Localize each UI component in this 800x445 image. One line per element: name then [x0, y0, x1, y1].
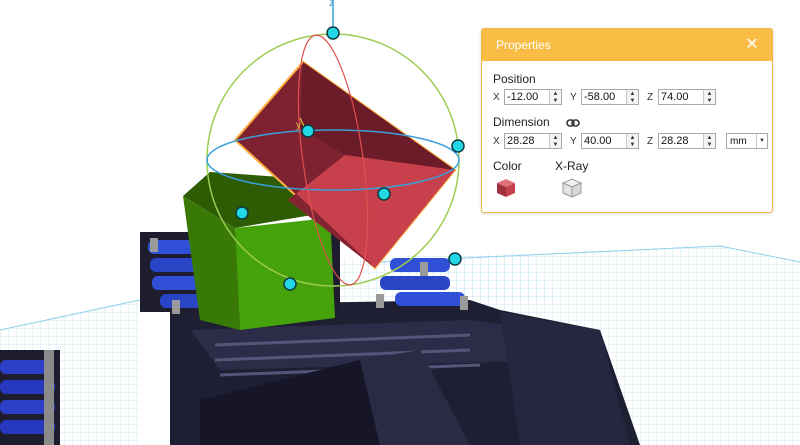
decrement-icon[interactable]: ▼	[627, 141, 638, 148]
position-y-stepper[interactable]: ▲▼	[581, 89, 639, 105]
pos-z-axis-label: Z	[647, 91, 654, 103]
handle[interactable]	[235, 206, 249, 220]
decrement-icon[interactable]: ▼	[550, 141, 561, 148]
handle[interactable]	[451, 139, 465, 153]
color-swatch-cube-icon[interactable]	[495, 177, 517, 199]
decrement-icon[interactable]: ▼	[550, 97, 561, 104]
y-axis-label: y	[296, 120, 301, 131]
properties-panel: Properties ✕ Position X ▲▼ Y ▲▼ Z ▲▼ Dim…	[481, 28, 773, 213]
decrement-icon[interactable]: ▼	[704, 141, 715, 148]
increment-icon[interactable]: ▲	[704, 134, 715, 141]
increment-icon[interactable]: ▲	[550, 90, 561, 97]
properties-titlebar: Properties ✕	[482, 29, 772, 61]
dimension-x-input[interactable]	[505, 134, 549, 148]
decrement-icon[interactable]: ▼	[704, 97, 715, 104]
dimension-row: X ▲▼ Y ▲▼ Z ▲▼ mm ▼	[493, 132, 768, 150]
pos-x-axis-label: X	[493, 91, 500, 103]
position-z-input[interactable]	[659, 90, 703, 104]
xray-label: X-Ray	[555, 159, 589, 173]
position-label: Position	[493, 72, 536, 86]
panel-title: Properties	[496, 38, 551, 52]
dimension-z-input[interactable]	[659, 134, 703, 148]
unit-select[interactable]: mm ▼	[726, 133, 768, 149]
decrement-icon[interactable]: ▼	[627, 97, 638, 104]
link-icon[interactable]	[566, 118, 580, 128]
pos-y-axis-label: Y	[570, 91, 577, 103]
dimension-y-input[interactable]	[582, 134, 626, 148]
position-z-stepper[interactable]: ▲▼	[658, 89, 716, 105]
dimension-label: Dimension	[493, 115, 550, 129]
dimension-z-stepper[interactable]: ▲▼	[658, 133, 716, 149]
chevron-down-icon[interactable]: ▼	[756, 134, 767, 148]
position-x-input[interactable]	[505, 90, 549, 104]
handle[interactable]	[377, 187, 391, 201]
dimension-x-stepper[interactable]: ▲▼	[504, 133, 562, 149]
xray-cube-icon[interactable]	[561, 177, 583, 199]
dim-z-axis-label: Z	[647, 135, 654, 147]
color-label: Color	[493, 159, 522, 173]
top-rotate-handle[interactable]	[326, 26, 340, 40]
position-y-input[interactable]	[582, 90, 626, 104]
dimension-y-stepper[interactable]: ▲▼	[581, 133, 639, 149]
increment-icon[interactable]: ▲	[550, 134, 561, 141]
unit-value: mm	[730, 135, 747, 147]
handle[interactable]	[301, 124, 315, 138]
position-row: X ▲▼ Y ▲▼ Z ▲▼	[493, 88, 724, 106]
close-icon[interactable]: ✕	[744, 37, 760, 53]
handle[interactable]	[283, 277, 297, 291]
increment-icon[interactable]: ▲	[627, 90, 638, 97]
handle[interactable]	[448, 252, 462, 266]
z-axis-label: z	[329, 0, 334, 9]
left-roller-stack	[0, 350, 60, 445]
increment-icon[interactable]: ▲	[704, 90, 715, 97]
position-x-stepper[interactable]: ▲▼	[504, 89, 562, 105]
increment-icon[interactable]: ▲	[627, 134, 638, 141]
dim-x-axis-label: X	[493, 135, 500, 147]
dim-y-axis-label: Y	[570, 135, 577, 147]
